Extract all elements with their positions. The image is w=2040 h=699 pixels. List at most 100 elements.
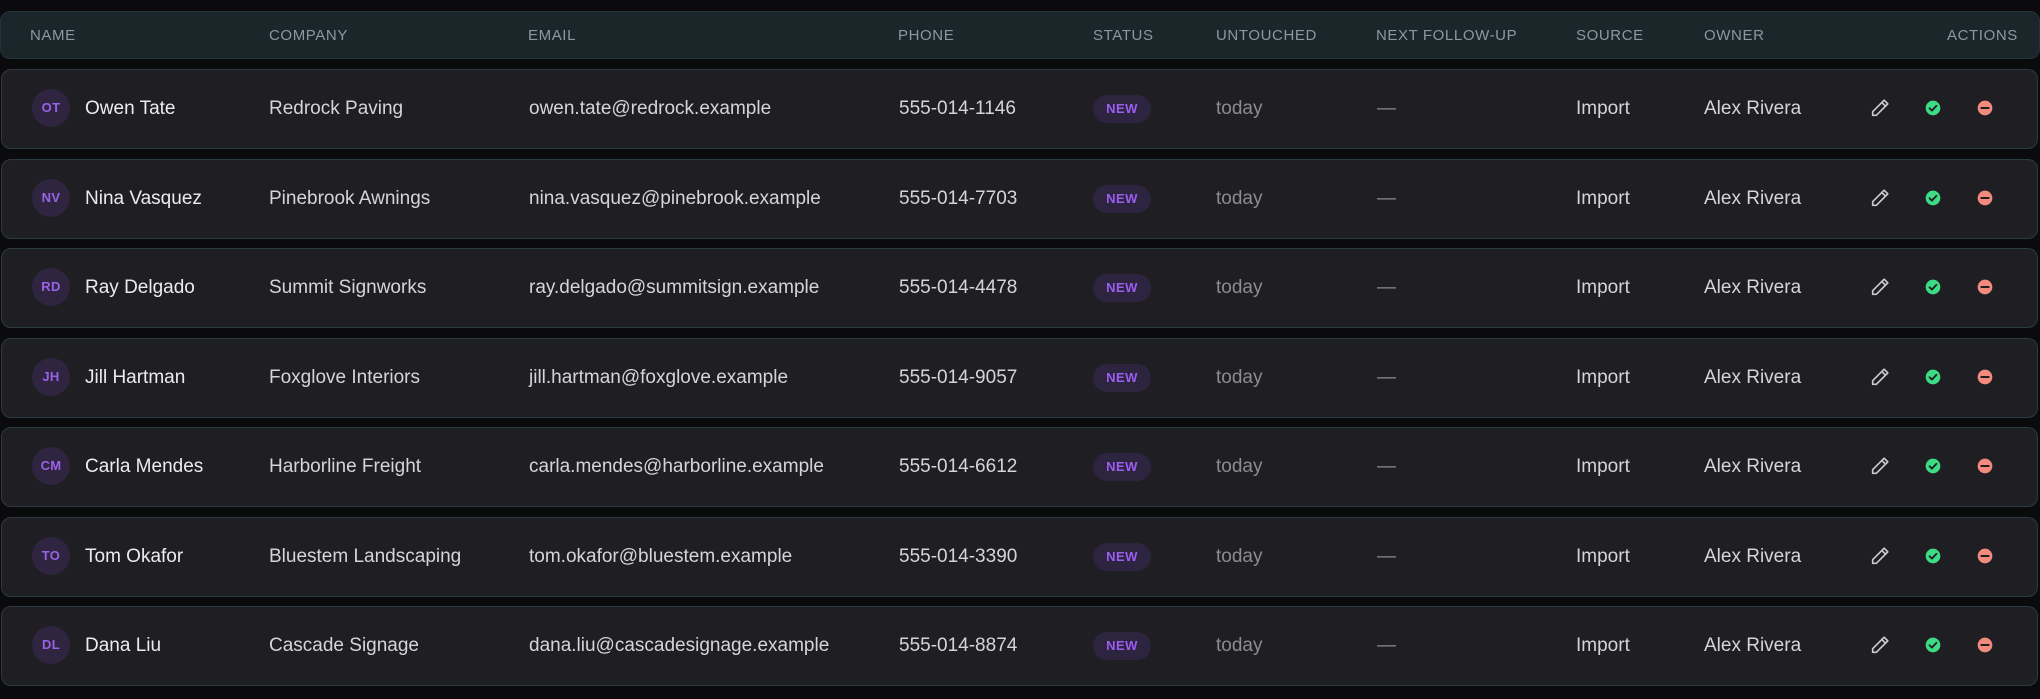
leads-table: NAME COMPANY EMAIL PHONE STATUS UNTOUCHE… [0,0,2040,699]
lead-phone[interactable]: 555-014-8874 [899,607,1017,684]
lead-company: Foxglove Interiors [269,367,421,388]
lead-owner: Alex Rivera [1704,98,1802,119]
lead-source: Import [1576,367,1630,388]
lead-email[interactable]: jill.hartman@foxglove.example [529,339,788,416]
avatar: TO [32,537,70,575]
column-header-next-follow-up[interactable]: NEXT FOLLOW-UP [1376,12,1517,60]
column-header-source[interactable]: SOURCE [1576,12,1644,60]
lead-phone[interactable]: 555-014-6612 [899,428,1017,505]
column-header-email[interactable]: EMAIL [528,12,576,60]
avatar: NV [32,179,70,217]
lead-company: Cascade Signage [269,635,419,656]
lead-phone[interactable]: 555-014-1146 [899,70,1016,147]
minus-circle-icon[interactable] [1974,366,1996,388]
lead-next-follow-up: — [1377,456,1396,477]
column-header-status[interactable]: STATUS [1093,12,1154,60]
lead-owner: Alex Rivera [1704,635,1802,656]
pencil-icon[interactable] [1869,187,1891,209]
table-row[interactable]: DL Dana Liu Cascade Signage dana.liu@cas… [1,606,2038,686]
minus-circle-icon[interactable] [1974,634,1996,656]
pencil-icon[interactable] [1869,634,1891,656]
lead-next-follow-up: — [1377,635,1396,656]
lead-next-follow-up: — [1377,546,1396,567]
column-header-name[interactable]: NAME [30,12,76,60]
pencil-icon[interactable] [1869,545,1891,567]
lead-untouched: today [1216,546,1263,567]
minus-circle-icon[interactable] [1974,455,1996,477]
check-circle-icon[interactable] [1922,276,1944,298]
lead-source: Import [1576,188,1630,209]
avatar: JH [32,358,70,396]
column-header-company[interactable]: COMPANY [269,12,348,60]
lead-source: Import [1576,546,1630,567]
lead-name[interactable]: Tom Okafor [85,518,183,595]
status-badge: NEW [1093,185,1151,213]
lead-name[interactable]: Jill Hartman [85,339,185,416]
lead-company: Pinebrook Awnings [269,188,431,209]
avatar: DL [32,626,70,664]
lead-email[interactable]: carla.mendes@harborline.example [529,428,824,505]
status-badge: NEW [1093,274,1151,302]
column-header-untouched[interactable]: UNTOUCHED [1216,12,1317,60]
column-header-actions: ACTIONS [1947,27,2018,44]
avatar: CM [32,447,70,485]
check-circle-icon[interactable] [1922,634,1944,656]
lead-untouched: today [1216,367,1263,388]
lead-email[interactable]: tom.okafor@bluestem.example [529,518,792,595]
column-header-owner[interactable]: OWNER [1704,12,1765,60]
check-circle-icon[interactable] [1922,366,1944,388]
lead-name[interactable]: Dana Liu [85,607,161,684]
lead-next-follow-up: — [1377,277,1396,298]
status-badge: NEW [1093,364,1151,392]
status-badge: NEW [1093,543,1151,571]
lead-phone[interactable]: 555-014-4478 [899,249,1017,326]
lead-owner: Alex Rivera [1704,188,1802,209]
lead-email[interactable]: owen.tate@redrock.example [529,70,771,147]
minus-circle-icon[interactable] [1974,97,1996,119]
minus-circle-icon[interactable] [1974,276,1996,298]
lead-company: Redrock Paving [269,98,404,119]
minus-circle-icon[interactable] [1974,545,1996,567]
lead-phone[interactable]: 555-014-7703 [899,160,1017,237]
lead-phone[interactable]: 555-014-3390 [899,518,1017,595]
lead-name[interactable]: Carla Mendes [85,428,203,505]
lead-source: Import [1576,635,1630,656]
check-circle-icon[interactable] [1922,187,1944,209]
pencil-icon[interactable] [1869,366,1891,388]
minus-circle-icon[interactable] [1974,187,1996,209]
column-header-phone[interactable]: PHONE [898,12,954,60]
table-row[interactable]: TO Tom Okafor Bluestem Landscaping tom.o… [1,517,2038,597]
table-row[interactable]: JH Jill Hartman Foxglove Interiors jill.… [1,338,2038,418]
table-row[interactable]: OT Owen Tate Redrock Paving owen.tate@re… [1,69,2038,149]
lead-next-follow-up: — [1377,98,1396,119]
lead-company: Harborline Freight [269,456,422,477]
lead-email[interactable]: dana.liu@cascadesignage.example [529,607,829,684]
lead-source: Import [1576,456,1630,477]
lead-untouched: today [1216,635,1263,656]
lead-owner: Alex Rivera [1704,277,1802,298]
lead-owner: Alex Rivera [1704,546,1802,567]
avatar: RD [32,268,70,306]
lead-source: Import [1576,98,1630,119]
lead-email[interactable]: ray.delgado@summitsign.example [529,249,819,326]
lead-next-follow-up: — [1377,188,1396,209]
lead-name[interactable]: Ray Delgado [85,249,195,326]
table-row[interactable]: CM Carla Mendes Harborline Freight carla… [1,427,2038,507]
pencil-icon[interactable] [1869,276,1891,298]
check-circle-icon[interactable] [1922,455,1944,477]
table-row[interactable]: RD Ray Delgado Summit Signworks ray.delg… [1,248,2038,328]
pencil-icon[interactable] [1869,97,1891,119]
check-circle-icon[interactable] [1922,545,1944,567]
lead-untouched: today [1216,277,1263,298]
check-circle-icon[interactable] [1922,97,1944,119]
lead-name[interactable]: Owen Tate [85,70,175,147]
lead-email[interactable]: nina.vasquez@pinebrook.example [529,160,821,237]
pencil-icon[interactable] [1869,455,1891,477]
lead-company: Bluestem Landscaping [269,546,462,567]
lead-next-follow-up: — [1377,367,1396,388]
lead-phone[interactable]: 555-014-9057 [899,339,1017,416]
table-row[interactable]: NV Nina Vasquez Pinebrook Awnings nina.v… [1,159,2038,239]
lead-untouched: today [1216,188,1263,209]
status-badge: NEW [1093,95,1151,123]
lead-name[interactable]: Nina Vasquez [85,160,202,237]
